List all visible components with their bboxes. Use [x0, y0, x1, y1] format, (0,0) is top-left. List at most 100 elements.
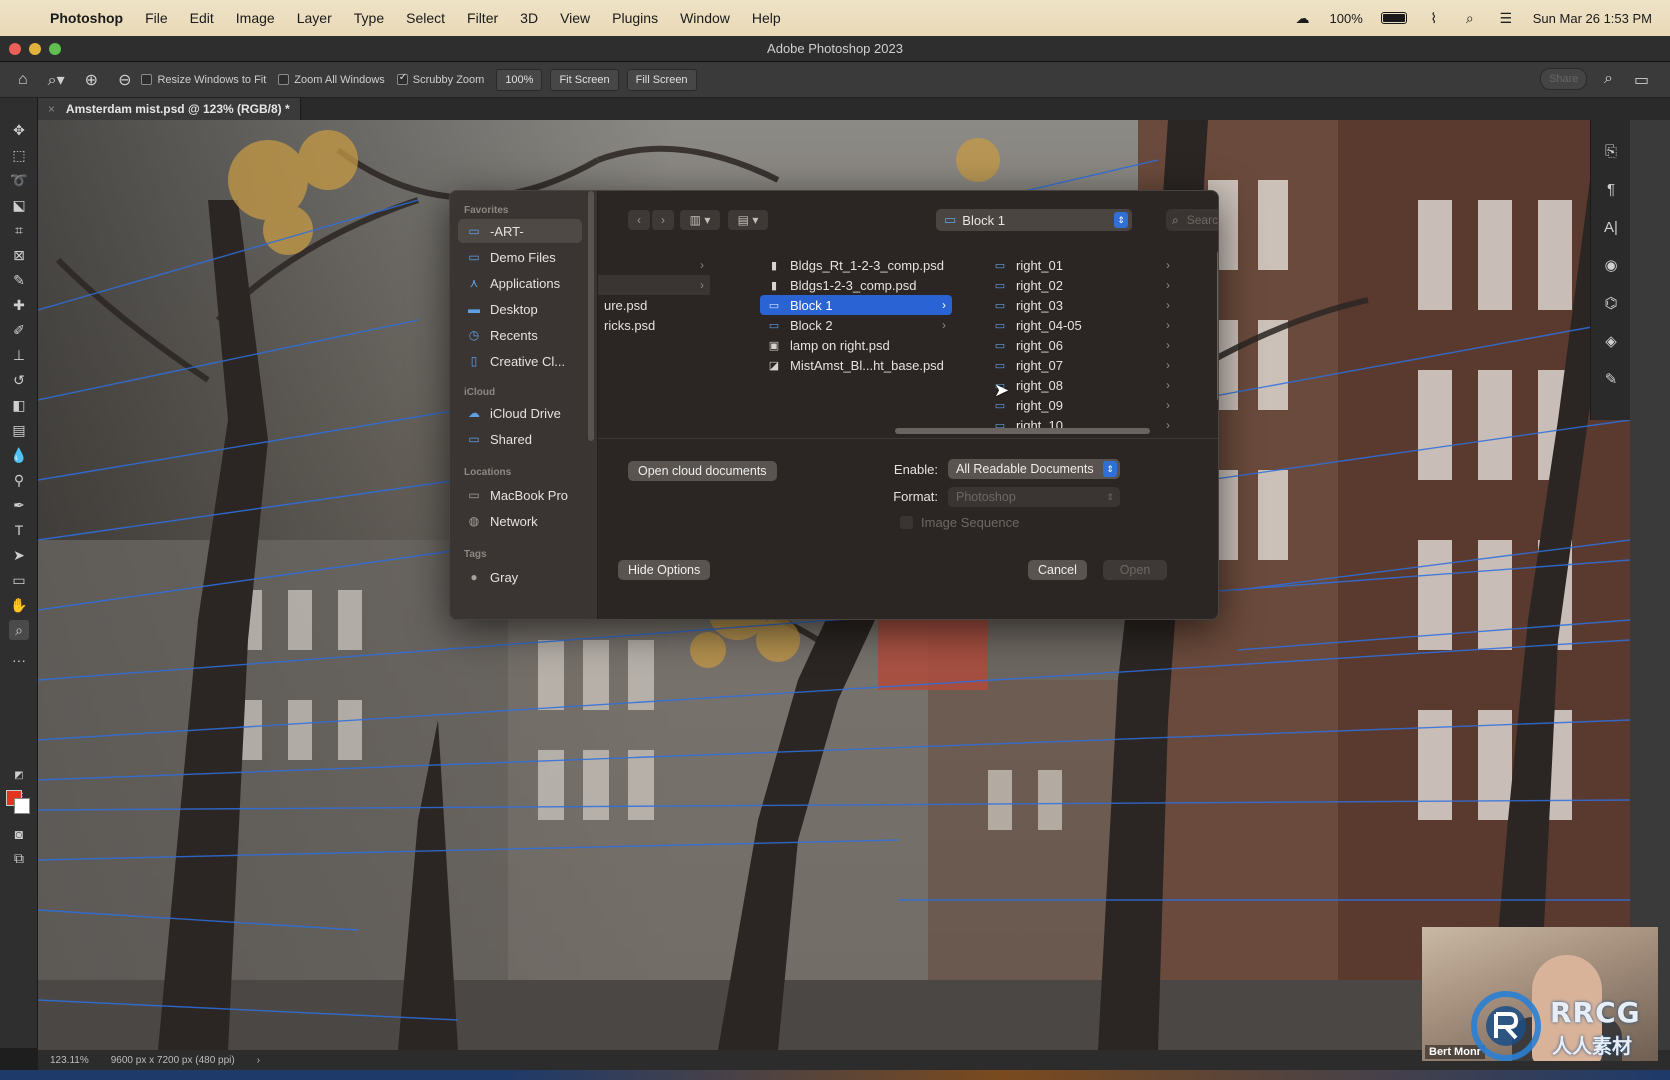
- menu-layer[interactable]: Layer: [297, 10, 332, 26]
- home-icon[interactable]: ⌂: [18, 71, 28, 89]
- gradient-tool-icon[interactable]: ▤: [9, 420, 29, 440]
- rectangle-tool-icon[interactable]: ▭: [9, 570, 29, 590]
- fill-screen-button[interactable]: Fill Screen: [626, 68, 697, 91]
- app-menu-photoshop[interactable]: Photoshop: [50, 10, 123, 26]
- sidebar-item-icloud-drive[interactable]: ☁ iCloud Drive: [458, 401, 582, 425]
- file-mistamst-base[interactable]: ◪ MistAmst_Bl...ht_base.psd: [760, 355, 952, 375]
- lasso-tool-icon[interactable]: ➰: [9, 170, 29, 190]
- edit-toolbar-icon[interactable]: ···: [9, 650, 29, 670]
- menu-image[interactable]: Image: [236, 10, 275, 26]
- open-button[interactable]: Open: [1103, 560, 1167, 580]
- file-bldgs-rt-comp[interactable]: ▮ Bldgs_Rt_1-2-3_comp.psd: [760, 255, 952, 275]
- control-center-icon[interactable]: ☰: [1497, 10, 1515, 27]
- zoom-tool-preset-icon[interactable]: ⌕▾: [48, 70, 65, 90]
- paths-panel-icon[interactable]: ⌬: [1601, 294, 1621, 314]
- sidebar-item-network[interactable]: ◍ Network: [458, 509, 582, 533]
- folder-right-07[interactable]: ▭ right_07 ›: [986, 355, 1176, 375]
- image-sequence-checkbox[interactable]: Image Sequence: [900, 515, 1019, 530]
- object-selection-tool-icon[interactable]: ⬕: [9, 195, 29, 215]
- column1-file[interactable]: ricks.psd: [598, 315, 710, 335]
- share-button[interactable]: Share: [1540, 68, 1588, 90]
- folder-right-08[interactable]: ▭ right_08 ›: [986, 375, 1176, 395]
- column1-item[interactable]: ›: [598, 255, 710, 275]
- workspace-icon[interactable]: ▭: [1634, 70, 1649, 90]
- document-tab[interactable]: × Amsterdam mist.psd @ 123% (RGB/8) *: [38, 98, 301, 120]
- column1-item-selected[interactable]: ›: [598, 275, 710, 295]
- layers-panel-icon[interactable]: ◈: [1601, 332, 1621, 352]
- sidebar-item-applications[interactable]: ⋏ Applications: [458, 271, 582, 295]
- battery-icon[interactable]: [1380, 12, 1407, 24]
- healing-brush-tool-icon[interactable]: ✚: [9, 295, 29, 315]
- zoom-tool-icon[interactable]: ⌕: [9, 620, 29, 640]
- folder-right-09[interactable]: ▭ right_09 ›: [986, 395, 1176, 415]
- marquee-tool-icon[interactable]: ⬚: [9, 145, 29, 165]
- background-color-swatch[interactable]: [14, 798, 30, 814]
- menu-edit[interactable]: Edit: [190, 10, 214, 26]
- sidebar-scrollbar[interactable]: [588, 191, 594, 441]
- path-selection-tool-icon[interactable]: ➤: [9, 545, 29, 565]
- history-panel-icon[interactable]: ⎘: [1601, 142, 1621, 162]
- menu-type[interactable]: Type: [354, 10, 384, 26]
- sidebar-item-demo-files[interactable]: ▭ Demo Files: [458, 245, 582, 269]
- checkbox-box[interactable]: [396, 72, 408, 85]
- menubar-clock[interactable]: Sun Mar 26 1:53 PM: [1533, 11, 1652, 26]
- menu-view[interactable]: View: [560, 10, 590, 26]
- menu-file[interactable]: File: [145, 10, 168, 26]
- type-tool-icon[interactable]: T: [9, 520, 29, 540]
- zoom-all-windows-checkbox[interactable]: Zoom All Windows: [278, 74, 385, 86]
- zoom-out-icon[interactable]: ⊖: [118, 70, 131, 90]
- sidebar-item-recents[interactable]: ◷ Recents: [458, 323, 582, 347]
- format-popup[interactable]: Photoshop ⇕: [948, 487, 1120, 507]
- horizontal-scrollbar[interactable]: [895, 428, 1150, 434]
- hand-tool-icon[interactable]: ✋: [9, 595, 29, 615]
- sidebar-item-art[interactable]: ▭ -ART-: [458, 219, 582, 243]
- folder-block-1[interactable]: ▭ Block 1 ›: [760, 295, 952, 315]
- blur-tool-icon[interactable]: 💧: [9, 445, 29, 465]
- sidebar-item-desktop[interactable]: ▬ Desktop: [458, 297, 582, 321]
- menu-select[interactable]: Select: [406, 10, 445, 26]
- search-field[interactable]: ⌕ Search: [1166, 209, 1218, 231]
- zoom-in-icon[interactable]: ⊕: [85, 70, 98, 90]
- character-panel-icon[interactable]: A|: [1601, 218, 1621, 238]
- sidebar-item-creative-cloud[interactable]: ▯ Creative Cl...: [458, 349, 582, 373]
- frame-tool-icon[interactable]: ⊠: [9, 245, 29, 265]
- zoom-percent-field[interactable]: 100%: [496, 68, 543, 91]
- close-icon[interactable]: ×: [48, 102, 55, 116]
- enable-popup[interactable]: All Readable Documents ⇕: [948, 459, 1120, 479]
- checkbox-box[interactable]: [278, 74, 290, 85]
- wifi-off-icon[interactable]: ⌇: [1425, 10, 1443, 27]
- folder-right-06[interactable]: ▭ right_06 ›: [986, 335, 1176, 355]
- status-zoom[interactable]: 123.11%: [50, 1055, 89, 1066]
- cancel-button[interactable]: Cancel: [1028, 560, 1087, 580]
- menu-window[interactable]: Window: [680, 10, 730, 26]
- folder-right-04-05[interactable]: ▭ right_04-05 ›: [986, 315, 1176, 335]
- crop-tool-icon[interactable]: ⌗: [9, 220, 29, 240]
- dodge-tool-icon[interactable]: ⚲: [9, 470, 29, 490]
- path-popup[interactable]: ▭ Block 1 ⇕: [936, 209, 1132, 231]
- clone-stamp-tool-icon[interactable]: ⊥: [9, 345, 29, 365]
- menu-plugins[interactable]: Plugins: [612, 10, 658, 26]
- screen-mode-icon[interactable]: ⧉: [9, 848, 29, 868]
- sidebar-item-shared[interactable]: ▭ Shared: [458, 427, 582, 451]
- menu-help[interactable]: Help: [752, 10, 781, 26]
- open-cloud-documents-button[interactable]: Open cloud documents: [628, 461, 777, 481]
- checkbox-box[interactable]: [900, 516, 913, 529]
- menu-filter[interactable]: Filter: [467, 10, 498, 26]
- brush-tool-icon[interactable]: ✐: [9, 320, 29, 340]
- quick-mask-icon[interactable]: ◙: [9, 824, 29, 844]
- checkbox-box[interactable]: [141, 74, 153, 85]
- fit-screen-button[interactable]: Fit Screen: [550, 68, 619, 91]
- creative-cloud-icon[interactable]: ☁: [1294, 10, 1312, 27]
- search-icon[interactable]: ⌕: [1604, 70, 1613, 88]
- file-lamp-on-right[interactable]: ▣ lamp on right.psd: [760, 335, 952, 355]
- spotlight-search-icon[interactable]: ⌕: [1461, 10, 1479, 27]
- pen-tool-icon[interactable]: ✒: [9, 495, 29, 515]
- brush-settings-panel-icon[interactable]: ✎: [1601, 370, 1621, 390]
- status-menu-arrow[interactable]: ›: [257, 1055, 260, 1066]
- vertical-scrollbar[interactable]: [1217, 251, 1218, 401]
- folder-right-03[interactable]: ▭ right_03 ›: [986, 295, 1176, 315]
- default-colors-icon[interactable]: ◩ ⇄: [9, 766, 29, 801]
- channels-panel-icon[interactable]: ◉: [1601, 256, 1621, 276]
- forward-button[interactable]: ›: [652, 210, 674, 230]
- back-button[interactable]: ‹: [628, 210, 650, 230]
